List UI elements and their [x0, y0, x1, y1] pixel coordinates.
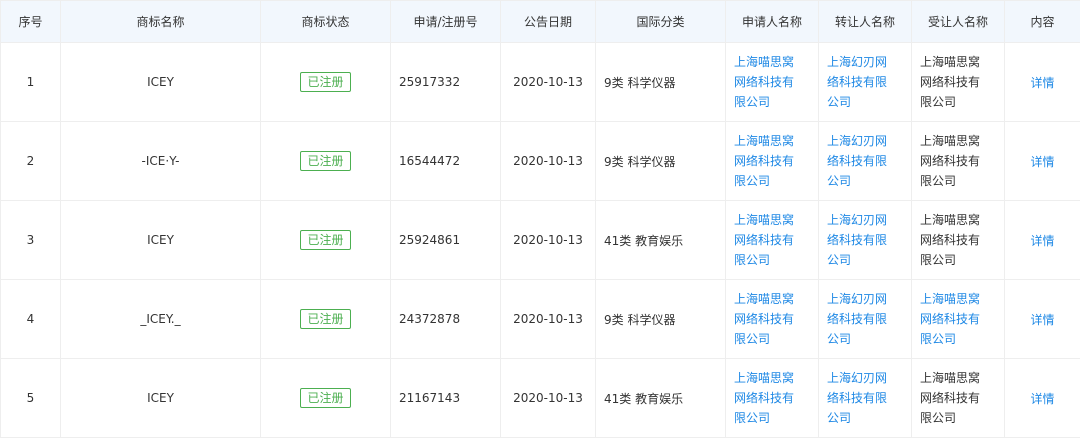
cell-trademark-name: ICEY — [60, 42, 261, 122]
status-badge: 已注册 — [300, 72, 351, 92]
cell-index: 3 — [0, 200, 61, 280]
status-badge: 已注册 — [300, 230, 351, 250]
cell-reg-no: 21167143 — [390, 358, 501, 438]
cell-intl-class: 41类 教育娱乐 — [595, 358, 726, 438]
applicant-link[interactable]: 上海喵思窝 网络科技有 限公司 — [726, 52, 818, 112]
cell-applicant: 上海喵思窝 网络科技有 限公司 — [725, 200, 819, 280]
cell-reg-no: 24372878 — [390, 279, 501, 359]
header-content: 内容 — [1004, 0, 1080, 43]
cell-content: 详情 — [1004, 279, 1080, 359]
cell-content: 详情 — [1004, 358, 1080, 438]
transferee-name: 上海喵思窝 网络科技有 限公司 — [920, 213, 981, 267]
transferor-link[interactable]: 上海幻刃网 络科技有限 公司 — [819, 52, 911, 112]
cell-intl-class: 41类 教育娱乐 — [595, 200, 726, 280]
status-badge: 已注册 — [300, 151, 351, 171]
cell-status: 已注册 — [260, 279, 391, 359]
transferor-link[interactable]: 上海幻刃网 络科技有限 公司 — [819, 289, 911, 349]
cell-applicant: 上海喵思窝 网络科技有 限公司 — [725, 279, 819, 359]
table-body: 1 ICEY 已注册 25917332 2020-10-13 9类 科学仪器 上… — [0, 42, 1080, 438]
cell-date: 2020-10-13 — [500, 358, 596, 438]
table-row: 5 ICEY 已注册 21167143 2020-10-13 41类 教育娱乐 … — [0, 358, 1080, 438]
cell-date: 2020-10-13 — [500, 200, 596, 280]
cell-transferee: 上海喵思窝 网络科技有 限公司 — [911, 42, 1005, 122]
header-intl-class: 国际分类 — [595, 0, 726, 43]
cell-index: 5 — [0, 358, 61, 438]
status-badge: 已注册 — [300, 309, 351, 329]
header-transferee: 受让人名称 — [911, 0, 1005, 43]
detail-link[interactable]: 详情 — [1030, 155, 1054, 169]
cell-transferee: 上海喵思窝 网络科技有 限公司 — [911, 200, 1005, 280]
cell-transferor: 上海幻刃网 络科技有限 公司 — [818, 279, 912, 359]
header-name: 商标名称 — [60, 0, 261, 43]
header-transferor: 转让人名称 — [818, 0, 912, 43]
cell-applicant: 上海喵思窝 网络科技有 限公司 — [725, 42, 819, 122]
header-status: 商标状态 — [260, 0, 391, 43]
cell-transferor: 上海幻刃网 络科技有限 公司 — [818, 358, 912, 438]
cell-status: 已注册 — [260, 358, 391, 438]
table-header: 序号 商标名称 商标状态 申请/注册号 公告日期 国际分类 申请人名称 转让人名… — [0, 0, 1080, 43]
transferor-link[interactable]: 上海幻刃网 络科技有限 公司 — [819, 210, 911, 270]
cell-transferor: 上海幻刃网 络科技有限 公司 — [818, 200, 912, 280]
cell-reg-no: 25917332 — [390, 42, 501, 122]
cell-status: 已注册 — [260, 200, 391, 280]
transferee-name: 上海喵思窝 网络科技有 限公司 — [920, 55, 981, 109]
detail-link[interactable]: 详情 — [1030, 313, 1054, 327]
applicant-link[interactable]: 上海喵思窝 网络科技有 限公司 — [726, 210, 818, 270]
cell-trademark-name: ICEY — [60, 358, 261, 438]
detail-link[interactable]: 详情 — [1030, 76, 1054, 90]
transferee-link[interactable]: 上海喵思窝 网络科技有 限公司 — [912, 289, 1004, 349]
detail-link[interactable]: 详情 — [1030, 392, 1054, 406]
detail-link[interactable]: 详情 — [1030, 234, 1054, 248]
cell-transferee: 上海喵思窝 网络科技有 限公司 — [911, 358, 1005, 438]
cell-index: 1 — [0, 42, 61, 122]
cell-intl-class: 9类 科学仪器 — [595, 121, 726, 201]
header-reg-no: 申请/注册号 — [390, 0, 501, 43]
cell-intl-class: 9类 科学仪器 — [595, 279, 726, 359]
transferor-link[interactable]: 上海幻刃网 络科技有限 公司 — [819, 131, 911, 191]
cell-content: 详情 — [1004, 200, 1080, 280]
cell-reg-no: 16544472 — [390, 121, 501, 201]
transferee-name: 上海喵思窝 网络科技有 限公司 — [920, 134, 981, 188]
cell-trademark-name: -ICE·Y- — [60, 121, 261, 201]
table-row: 4 _ICEY._ 已注册 24372878 2020-10-13 9类 科学仪… — [0, 279, 1080, 359]
header-row: 序号 商标名称 商标状态 申请/注册号 公告日期 国际分类 申请人名称 转让人名… — [0, 0, 1080, 43]
cell-status: 已注册 — [260, 121, 391, 201]
status-badge: 已注册 — [300, 388, 351, 408]
cell-trademark-name: ICEY — [60, 200, 261, 280]
table-row: 3 ICEY 已注册 25924861 2020-10-13 41类 教育娱乐 … — [0, 200, 1080, 280]
cell-date: 2020-10-13 — [500, 121, 596, 201]
applicant-link[interactable]: 上海喵思窝 网络科技有 限公司 — [726, 131, 818, 191]
cell-status: 已注册 — [260, 42, 391, 122]
cell-transferor: 上海幻刃网 络科技有限 公司 — [818, 42, 912, 122]
table-row: 2 -ICE·Y- 已注册 16544472 2020-10-13 9类 科学仪… — [0, 121, 1080, 201]
applicant-link[interactable]: 上海喵思窝 网络科技有 限公司 — [726, 289, 818, 349]
cell-trademark-name: _ICEY._ — [60, 279, 261, 359]
cell-reg-no: 25924861 — [390, 200, 501, 280]
cell-transferor: 上海幻刃网 络科技有限 公司 — [818, 121, 912, 201]
applicant-link[interactable]: 上海喵思窝 网络科技有 限公司 — [726, 368, 818, 428]
header-index: 序号 — [0, 0, 61, 43]
cell-intl-class: 9类 科学仪器 — [595, 42, 726, 122]
cell-transferee: 上海喵思窝 网络科技有 限公司 — [911, 279, 1005, 359]
header-date: 公告日期 — [500, 0, 596, 43]
cell-applicant: 上海喵思窝 网络科技有 限公司 — [725, 358, 819, 438]
header-applicant: 申请人名称 — [725, 0, 819, 43]
cell-content: 详情 — [1004, 42, 1080, 122]
transferee-name: 上海喵思窝 网络科技有 限公司 — [920, 371, 981, 425]
cell-transferee: 上海喵思窝 网络科技有 限公司 — [911, 121, 1005, 201]
transferor-link[interactable]: 上海幻刃网 络科技有限 公司 — [819, 368, 911, 428]
cell-date: 2020-10-13 — [500, 42, 596, 122]
cell-content: 详情 — [1004, 121, 1080, 201]
trademark-table: 序号 商标名称 商标状态 申请/注册号 公告日期 国际分类 申请人名称 转让人名… — [0, 0, 1080, 438]
table-row: 1 ICEY 已注册 25917332 2020-10-13 9类 科学仪器 上… — [0, 42, 1080, 122]
cell-date: 2020-10-13 — [500, 279, 596, 359]
cell-index: 2 — [0, 121, 61, 201]
cell-applicant: 上海喵思窝 网络科技有 限公司 — [725, 121, 819, 201]
cell-index: 4 — [0, 279, 61, 359]
